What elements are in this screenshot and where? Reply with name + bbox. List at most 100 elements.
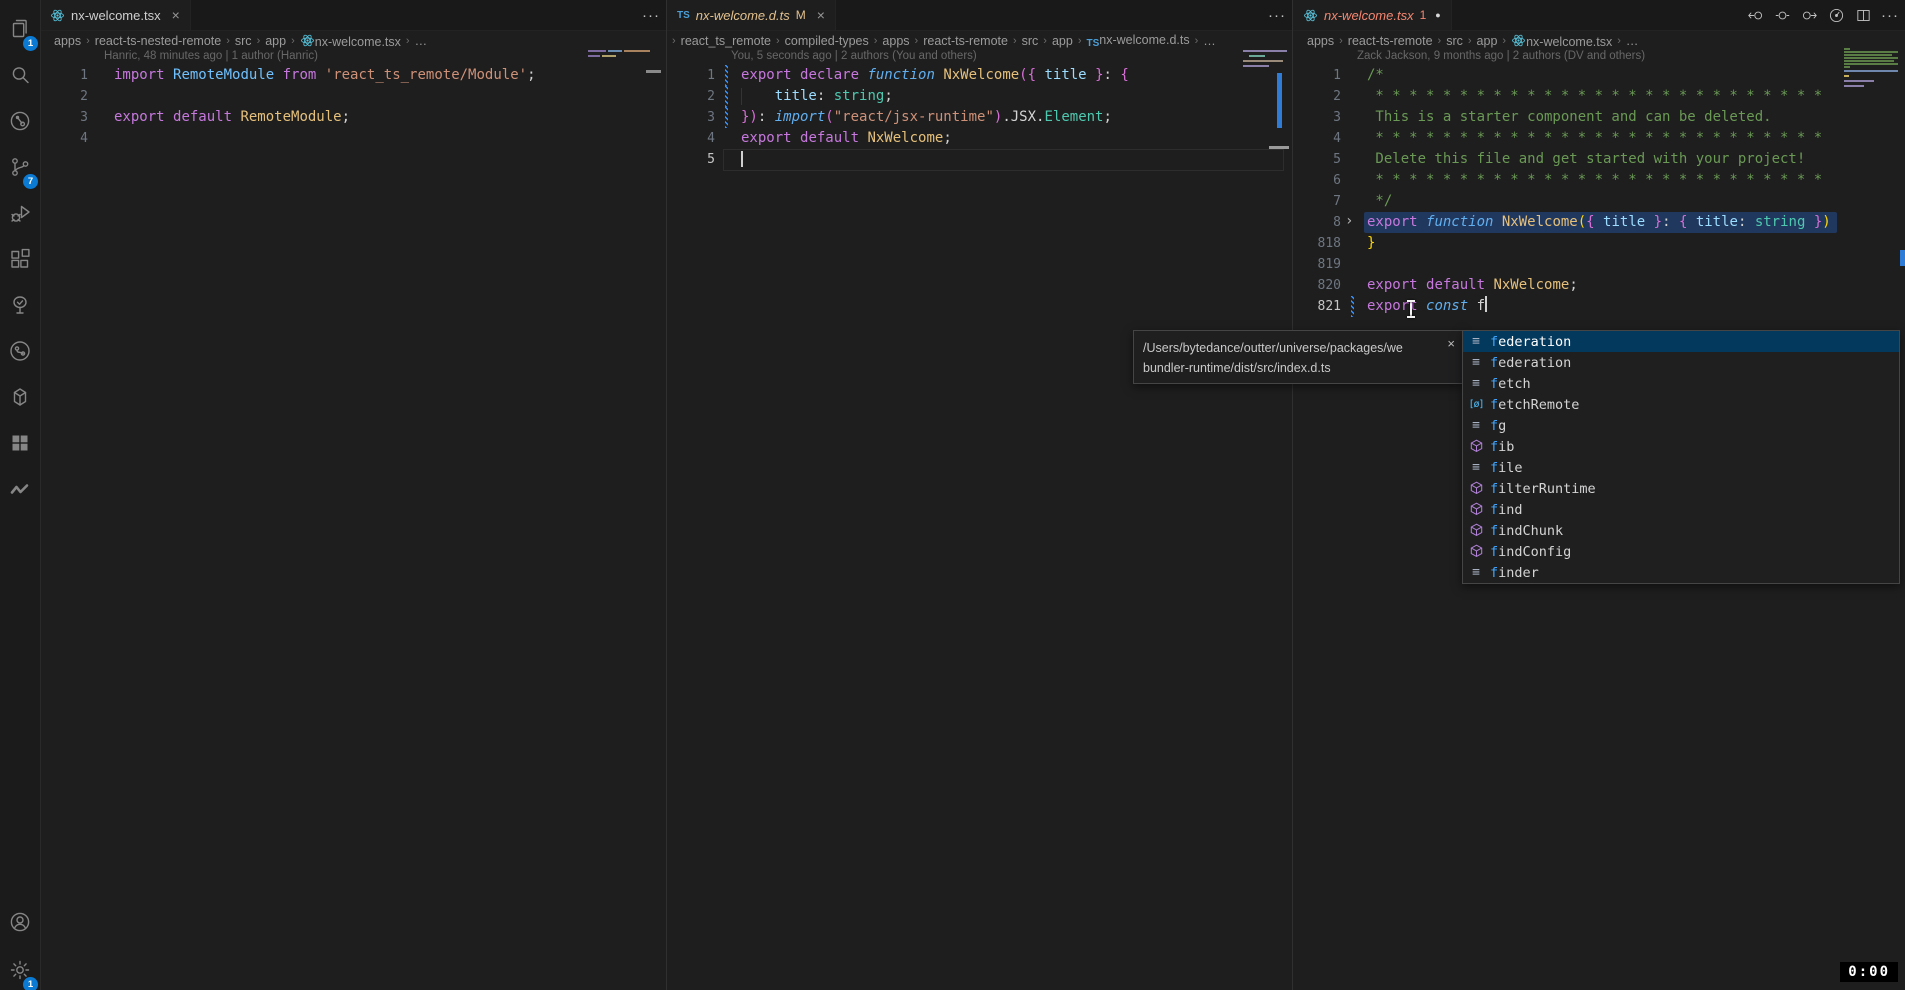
- token: Element: [1044, 109, 1103, 125]
- suggest-item-findConfig[interactable]: findConfig: [1463, 541, 1899, 562]
- suggest-label-rest: indConfig: [1498, 544, 1571, 560]
- tab-nx-welcome.tsx[interactable]: nx-welcome.tsx×: [40, 0, 191, 30]
- symbol-method-icon: [1467, 439, 1485, 455]
- code-line[interactable]: 3export default RemoteModule;: [40, 107, 666, 128]
- suggest-label: fetch: [1490, 376, 1531, 392]
- line-tokens: export default RemoteModule;: [114, 107, 350, 128]
- breadcrumb-item[interactable]: apps: [1307, 34, 1334, 48]
- breadcrumb-item[interactable]: TSnx-welcome.d.ts: [1087, 33, 1190, 49]
- timeline-icon[interactable]: [1827, 6, 1845, 24]
- breadcrumb-item[interactable]: app: [1052, 34, 1073, 48]
- breadcrumb-item[interactable]: …: [1626, 34, 1639, 48]
- suggest-label-rest: etch: [1498, 376, 1531, 392]
- code-line[interactable]: 1import RemoteModule from 'react_ts_remo…: [40, 65, 666, 86]
- suggest-item-federation[interactable]: ≡federation: [1463, 331, 1899, 352]
- prev-change-icon[interactable]: [1746, 6, 1764, 24]
- suggest-item-federation[interactable]: ≡federation: [1463, 352, 1899, 373]
- activity-item-grid[interactable]: [0, 424, 40, 466]
- code-line[interactable]: 5: [667, 149, 1292, 170]
- code-line[interactable]: 4export default NxWelcome;: [667, 128, 1292, 149]
- code-line[interactable]: 3}): import("react/jsx-runtime").JSX.Ele…: [667, 107, 1292, 128]
- active-change-icon[interactable]: [1773, 6, 1791, 24]
- fold-chevron-icon[interactable]: ›: [1345, 211, 1353, 232]
- close-icon[interactable]: ×: [1447, 334, 1455, 354]
- close-icon[interactable]: ×: [172, 7, 180, 23]
- breadcrumb-item[interactable]: app: [1477, 34, 1498, 48]
- next-change-icon[interactable]: [1800, 6, 1818, 24]
- activity-item-testing-tree[interactable]: [0, 286, 40, 328]
- code-line[interactable]: 2: [40, 86, 666, 107]
- code-line[interactable]: 820export default NxWelcome;: [1293, 275, 1905, 296]
- recording-timer: 0:00: [1840, 962, 1898, 982]
- activity-item-git-graph[interactable]: [0, 332, 40, 374]
- codelens-blame[interactable]: Zack Jackson, 9 months ago | 2 authors (…: [1293, 50, 1905, 65]
- breadcrumb-item[interactable]: src: [235, 34, 252, 48]
- more-icon[interactable]: ···: [1881, 6, 1899, 24]
- code-line[interactable]: 2 * * * * * * * * * * * * * * * * * * * …: [1293, 86, 1905, 107]
- suggest-item-finder[interactable]: ≡finder: [1463, 562, 1899, 583]
- chevron-right-icon: ›: [775, 35, 781, 47]
- suggest-item-fetchRemote[interactable]: [ø]fetchRemote: [1463, 394, 1899, 415]
- breadcrumb-item[interactable]: nx-welcome.tsx: [300, 33, 401, 49]
- token: This is a starter component and can be d…: [1367, 109, 1772, 125]
- code-line[interactable]: 8›export function NxWelcome({ title }: {…: [1293, 212, 1905, 233]
- suggest-item-fib[interactable]: fib: [1463, 436, 1899, 457]
- breadcrumb-item[interactable]: react-ts-remote: [1348, 34, 1433, 48]
- token: :: [1738, 214, 1755, 230]
- codelens-blame[interactable]: Hanric, 48 minutes ago | 1 author (Hanri…: [40, 50, 666, 65]
- code-line[interactable]: 819: [1293, 254, 1905, 275]
- activity-item-account[interactable]: [0, 903, 40, 945]
- split-editor-icon[interactable]: [1854, 6, 1872, 24]
- suggest-item-file[interactable]: ≡file: [1463, 457, 1899, 478]
- activity-item-search[interactable]: [0, 56, 40, 98]
- activity-item-extensions[interactable]: [0, 240, 40, 282]
- activity-item-explorer[interactable]: 1: [0, 10, 40, 52]
- breadcrumb-item[interactable]: …: [415, 34, 428, 48]
- breadcrumb-item[interactable]: react-ts-remote: [923, 34, 1008, 48]
- suggest-item-filterRuntime[interactable]: filterRuntime: [1463, 478, 1899, 499]
- breadcrumb-item[interactable]: src: [1446, 34, 1463, 48]
- code-line[interactable]: 4: [40, 128, 666, 149]
- suggest-item-fg[interactable]: ≡fg: [1463, 415, 1899, 436]
- code-line[interactable]: 7 */: [1293, 191, 1905, 212]
- breadcrumb-item[interactable]: app: [265, 34, 286, 48]
- suggest-item-fetch[interactable]: ≡fetch: [1463, 373, 1899, 394]
- breadcrumb-item[interactable]: src: [1022, 34, 1039, 48]
- activity-item-settings[interactable]: 1: [0, 951, 40, 990]
- token: }: [1095, 67, 1103, 83]
- code-line[interactable]: 4 * * * * * * * * * * * * * * * * * * * …: [1293, 128, 1905, 149]
- close-icon[interactable]: ×: [817, 7, 825, 23]
- line-tokens: */: [1367, 191, 1392, 212]
- code-line[interactable]: 2 title: string;: [667, 86, 1292, 107]
- breadcrumb-item[interactable]: apps: [882, 34, 909, 48]
- code-line[interactable]: 5 Delete this file and get started with …: [1293, 149, 1905, 170]
- breadcrumb-item[interactable]: apps: [54, 34, 81, 48]
- more-icon[interactable]: ···: [642, 6, 660, 24]
- activity-item-squiggle[interactable]: [0, 470, 40, 512]
- tab-nx-welcome.d.ts[interactable]: TSnx-welcome.d.tsM×: [667, 0, 836, 30]
- breadcrumb-item[interactable]: compiled-types: [785, 34, 869, 48]
- activity-item-source-control[interactable]: 7: [0, 148, 40, 190]
- code-line[interactable]: 1/*: [1293, 65, 1905, 86]
- code-line[interactable]: 821export const f: [1293, 296, 1905, 317]
- suggest-item-find[interactable]: find: [1463, 499, 1899, 520]
- tab-nx-welcome.tsx[interactable]: nx-welcome.tsx1●: [1293, 0, 1452, 30]
- minimap-mark: [608, 50, 622, 52]
- code-line[interactable]: 3 This is a starter component and can be…: [1293, 107, 1905, 128]
- code-line[interactable]: 6 * * * * * * * * * * * * * * * * * * * …: [1293, 170, 1905, 191]
- more-icon[interactable]: ···: [1268, 6, 1286, 24]
- token: NxWelcome: [943, 67, 1019, 83]
- breadcrumb-item[interactable]: …: [1203, 34, 1216, 48]
- breadcrumb-item[interactable]: react_ts_remote: [681, 34, 771, 48]
- breadcrumb-item[interactable]: react-ts-nested-remote: [95, 34, 221, 48]
- token: :: [758, 109, 775, 125]
- codelens-blame[interactable]: You, 5 seconds ago | 2 authors (You and …: [667, 50, 1292, 65]
- activity-item-brand-cube[interactable]: [0, 378, 40, 420]
- breadcrumb-item[interactable]: nx-welcome.tsx: [1511, 33, 1612, 49]
- suggest-item-findChunk[interactable]: findChunk: [1463, 520, 1899, 541]
- activity-item-run-debug[interactable]: [0, 194, 40, 236]
- activity-item-chat-history[interactable]: [0, 102, 40, 144]
- code-line[interactable]: 818}: [1293, 233, 1905, 254]
- line-tokens: export default NxWelcome;: [1367, 275, 1578, 296]
- code-line[interactable]: 1export declare function NxWelcome({ tit…: [667, 65, 1292, 86]
